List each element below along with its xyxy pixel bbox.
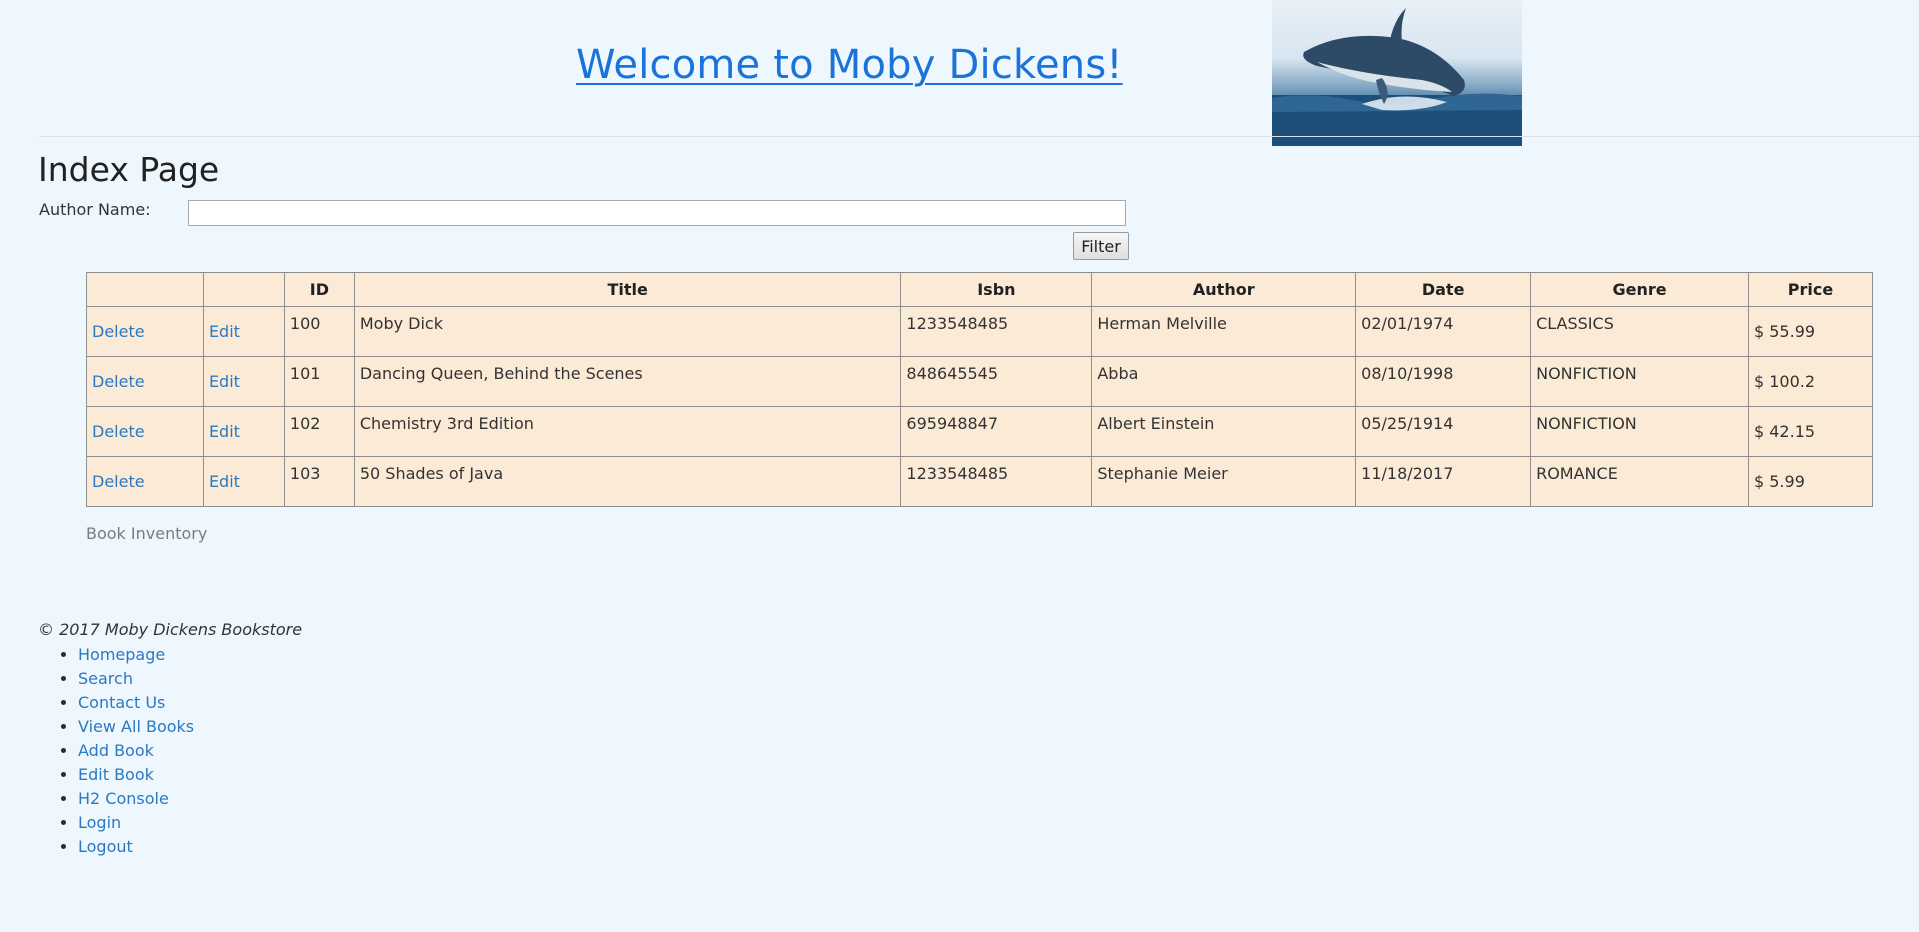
- cell-price: $ 5.99: [1747, 456, 1874, 507]
- whale-icon: [1272, 8, 1522, 146]
- edit-link[interactable]: Edit: [209, 372, 240, 391]
- homepage-link[interactable]: Homepage: [78, 645, 165, 664]
- copyright-text: © 2017 Moby Dickens Bookstore: [38, 620, 303, 639]
- cell-date: 11/18/2017: [1355, 456, 1532, 507]
- author-name-input[interactable]: [188, 200, 1126, 226]
- page-title: Index Page: [38, 150, 220, 189]
- column-header: [86, 272, 204, 307]
- whale-image: [1272, 0, 1522, 146]
- column-header-price: Price: [1747, 272, 1874, 307]
- edit-link[interactable]: Edit: [209, 422, 240, 441]
- cell-isbn: 1233548485: [900, 306, 1093, 357]
- cell-id: 100: [283, 306, 355, 357]
- cell-title: Moby Dick: [353, 306, 902, 357]
- cell-id: 101: [283, 356, 355, 407]
- table-header-row: ID Title Isbn Author Date Genre Price: [86, 272, 1874, 307]
- footer-item-add-book: Add Book: [78, 739, 194, 763]
- cell-id: 103: [283, 456, 355, 507]
- cell-author: Stephanie Meier: [1091, 456, 1357, 507]
- cell-genre: CLASSICS: [1530, 306, 1749, 357]
- cell-author: Abba: [1091, 356, 1357, 407]
- column-header-author: Author: [1091, 272, 1357, 307]
- logout-link[interactable]: Logout: [78, 837, 133, 856]
- cell-title: 50 Shades of Java: [353, 456, 902, 507]
- cell-price: $ 42.15: [1747, 406, 1874, 457]
- cell-date: 08/10/1998: [1355, 356, 1532, 407]
- footer-item-login: Login: [78, 811, 194, 835]
- footer-item-logout: Logout: [78, 835, 194, 859]
- cell-title: Dancing Queen, Behind the Scenes: [353, 356, 902, 407]
- author-name-label: Author Name:: [39, 200, 151, 219]
- contact-us-link[interactable]: Contact Us: [78, 693, 165, 712]
- table-caption: Book Inventory: [86, 524, 208, 543]
- cell-isbn: 695948847: [900, 406, 1093, 457]
- cell-date: 02/01/1974: [1355, 306, 1532, 357]
- add-book-link[interactable]: Add Book: [78, 741, 154, 760]
- column-header-date: Date: [1355, 272, 1532, 307]
- footer-item-contact: Contact Us: [78, 691, 194, 715]
- cell-date: 05/25/1914: [1355, 406, 1532, 457]
- column-header-title: Title: [353, 272, 902, 307]
- site-title-link[interactable]: Welcome to Moby Dickens!: [576, 42, 1123, 88]
- page: Welcome to Moby Dickens! Index Page Auth…: [0, 0, 1919, 932]
- h2-console-link[interactable]: H2 Console: [78, 789, 169, 808]
- delete-link[interactable]: Delete: [92, 372, 145, 391]
- column-header: [202, 272, 285, 307]
- table-row: Delete Edit 103 50 Shades of Java 123354…: [86, 456, 1874, 507]
- cell-isbn: 1233548485: [900, 456, 1093, 507]
- cell-author: Albert Einstein: [1091, 406, 1357, 457]
- delete-link[interactable]: Delete: [92, 322, 145, 341]
- column-header-isbn: Isbn: [900, 272, 1093, 307]
- footer-item-h2-console: H2 Console: [78, 787, 194, 811]
- cell-genre: NONFICTION: [1530, 356, 1749, 407]
- footer-item-homepage: Homepage: [78, 643, 194, 667]
- footer-item-search: Search: [78, 667, 194, 691]
- cell-price: $ 55.99: [1747, 306, 1874, 357]
- table-row: Delete Edit 102 Chemistry 3rd Edition 69…: [86, 406, 1874, 457]
- cell-id: 102: [283, 406, 355, 457]
- table-row: Delete Edit 100 Moby Dick 1233548485 Her…: [86, 306, 1874, 357]
- cell-genre: NONFICTION: [1530, 406, 1749, 457]
- books-table: ID Title Isbn Author Date Genre Price De…: [86, 272, 1874, 507]
- edit-link[interactable]: Edit: [209, 472, 240, 491]
- column-header-genre: Genre: [1530, 272, 1749, 307]
- edit-book-link[interactable]: Edit Book: [78, 765, 154, 784]
- delete-link[interactable]: Delete: [92, 422, 145, 441]
- edit-link[interactable]: Edit: [209, 322, 240, 341]
- cell-price: $ 100.2: [1747, 356, 1874, 407]
- cell-title: Chemistry 3rd Edition: [353, 406, 902, 457]
- table-row: Delete Edit 101 Dancing Queen, Behind th…: [86, 356, 1874, 407]
- header-divider: [39, 136, 1919, 137]
- login-link[interactable]: Login: [78, 813, 121, 832]
- view-all-books-link[interactable]: View All Books: [78, 717, 194, 736]
- filter-button[interactable]: Filter: [1073, 232, 1129, 260]
- footer-item-view-all: View All Books: [78, 715, 194, 739]
- cell-author: Herman Melville: [1091, 306, 1357, 357]
- footer-nav: Homepage Search Contact Us View All Book…: [38, 643, 194, 859]
- delete-link[interactable]: Delete: [92, 472, 145, 491]
- column-header-id: ID: [283, 272, 355, 307]
- footer-item-edit-book: Edit Book: [78, 763, 194, 787]
- cell-genre: ROMANCE: [1530, 456, 1749, 507]
- search-link[interactable]: Search: [78, 669, 133, 688]
- cell-isbn: 848645545: [900, 356, 1093, 407]
